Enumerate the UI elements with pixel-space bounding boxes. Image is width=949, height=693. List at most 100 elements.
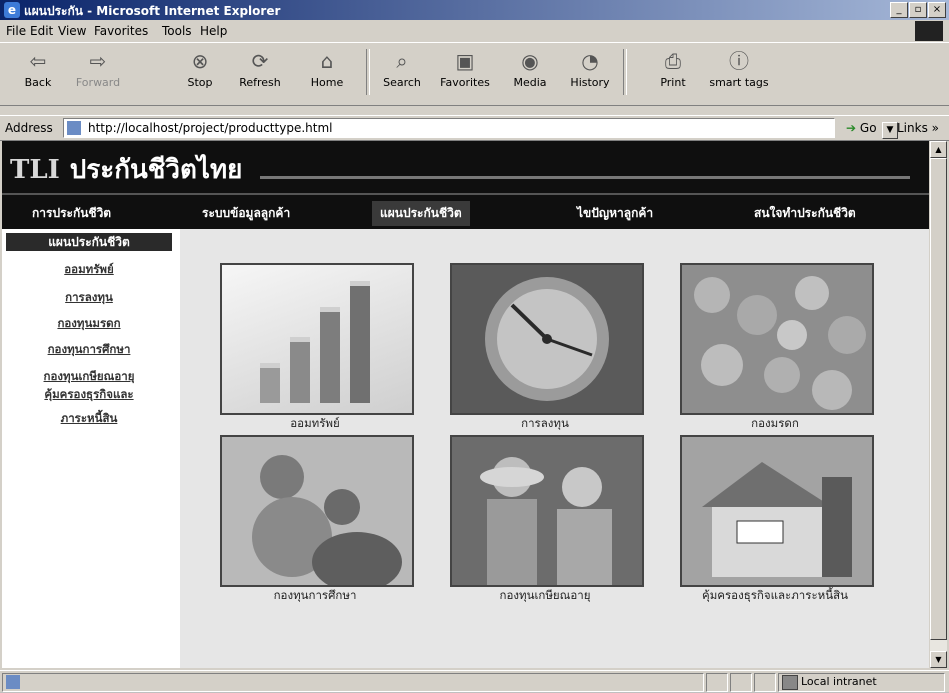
home-icon: ⌂ bbox=[320, 49, 334, 73]
product-card-education[interactable] bbox=[220, 435, 414, 587]
nav-life-insurance[interactable]: การประกันชีวิต bbox=[32, 204, 111, 223]
nav-divider bbox=[2, 193, 929, 195]
sidebar-item-savings[interactable]: ออมทรัพย์ bbox=[6, 261, 172, 279]
menu-tools[interactable]: Tools bbox=[162, 24, 192, 38]
print-button[interactable]: ⎙ Print bbox=[645, 47, 701, 89]
address-bar: Address http://localhost/project/product… bbox=[0, 115, 949, 141]
browser-window: e แผนประกัน - Microsoft Internet Explore… bbox=[0, 0, 949, 692]
stop-icon: ⊗ bbox=[191, 49, 209, 73]
savings-coin-stacks-image bbox=[260, 281, 370, 403]
refresh-button[interactable]: ⟳ Refresh bbox=[232, 47, 288, 89]
go-button[interactable]: ➔ Go bbox=[846, 121, 877, 135]
menu-edit[interactable]: Edit bbox=[30, 24, 53, 38]
retirement-couple-image bbox=[480, 457, 612, 585]
business-house-sold-image bbox=[702, 462, 852, 577]
title-bar[interactable]: e แผนประกัน - Microsoft Internet Explore… bbox=[0, 0, 949, 20]
site-header: TLI ประกันชีวิตไทย การประกันชีวิต ระบบข้อ… bbox=[2, 141, 929, 229]
inheritance-coins-image bbox=[694, 276, 866, 410]
history-icon: ◔ bbox=[581, 49, 599, 73]
page-status-icon bbox=[6, 675, 20, 689]
menu-bar: File Edit View Favorites Tools Help bbox=[0, 21, 949, 41]
vertical-scrollbar[interactable]: ▲ ▼ bbox=[930, 141, 947, 668]
product-caption[interactable]: กองทุนเกษียณอายุ bbox=[450, 587, 640, 605]
sidebar-item-business[interactable]: คุ้มครองธุรกิจและ bbox=[6, 386, 172, 404]
sidebar: แผนประกันชีวิต ออมทรัพย์ การลงทุน กองทุน… bbox=[2, 229, 180, 668]
status-cell bbox=[730, 673, 752, 692]
product-caption[interactable]: การลงทุน bbox=[450, 415, 640, 433]
nav-customer-help[interactable]: ไขปัญหาลูกค้า bbox=[577, 204, 653, 223]
product-card-savings[interactable] bbox=[220, 263, 414, 415]
scroll-down-button[interactable]: ▼ bbox=[930, 651, 947, 668]
brand-mark: TLI bbox=[10, 155, 60, 185]
product-card-inheritance[interactable] bbox=[680, 263, 874, 415]
status-cell bbox=[754, 673, 776, 692]
product-caption[interactable]: กองทุนการศึกษา bbox=[220, 587, 410, 605]
forward-button[interactable]: ⇨ Forward bbox=[70, 47, 126, 89]
home-button[interactable]: ⌂ Home bbox=[299, 47, 355, 89]
media-icon: ◉ bbox=[521, 49, 539, 73]
nav-apply[interactable]: สนใจทำประกันชีวิต bbox=[754, 204, 856, 223]
product-grid: ออมทรัพย์ การลงทุน กองมรดก กองทุนการศึกษ… bbox=[180, 229, 929, 668]
smart-tags-button[interactable]: ⓘ smart tags bbox=[706, 47, 772, 89]
menu-help[interactable]: Help bbox=[200, 24, 227, 38]
search-icon: ⌕ bbox=[396, 49, 408, 73]
product-caption[interactable]: คุ้มครองธุรกิจและภาระหนี้สิน bbox=[680, 587, 870, 605]
sidebar-item-debt[interactable]: ภาระหนี้สิน bbox=[6, 410, 172, 428]
close-button[interactable]: × bbox=[928, 2, 946, 18]
ie-icon: e bbox=[4, 2, 20, 18]
page-icon bbox=[67, 121, 81, 135]
minimize-button[interactable]: _ bbox=[890, 2, 908, 18]
investment-clock-image bbox=[485, 277, 609, 401]
media-button[interactable]: ◉ Media bbox=[502, 47, 558, 89]
product-caption[interactable]: กองมรดก bbox=[680, 415, 870, 433]
product-card-investment[interactable] bbox=[450, 263, 644, 415]
site-logo[interactable]: TLI ประกันชีวิตไทย bbox=[10, 149, 242, 190]
status-text-cell bbox=[2, 673, 704, 692]
product-card-business[interactable] bbox=[680, 435, 874, 587]
zone-label: Local intranet bbox=[801, 675, 877, 688]
address-label: Address bbox=[5, 121, 53, 135]
go-arrow-icon: ➔ bbox=[846, 121, 857, 135]
favorites-folder-icon: ▣ bbox=[455, 49, 475, 73]
info-icon: ⓘ bbox=[729, 49, 749, 73]
address-input[interactable]: http://localhost/project/producttype.htm… bbox=[63, 118, 898, 139]
header-divider bbox=[260, 176, 910, 179]
back-button[interactable]: ⇦ Back bbox=[10, 47, 66, 89]
address-dropdown-button[interactable]: ▼ bbox=[882, 122, 898, 139]
status-cell bbox=[706, 673, 728, 692]
stop-button[interactable]: ⊗ Stop bbox=[172, 47, 228, 89]
window-title: แผนประกัน - Microsoft Internet Explorer bbox=[24, 4, 281, 18]
sidebar-item-education[interactable]: กองทุนการศึกษา bbox=[6, 341, 172, 359]
toolbar: ⇦ Back ⇨ Forward ⊗ Stop ⟳ Refresh ⌂ Home ⌕ Sea… bbox=[0, 42, 949, 106]
menu-favorites[interactable]: Favorites bbox=[94, 24, 148, 38]
zone-cell: Local intranet bbox=[778, 673, 945, 692]
status-bar: Local intranet bbox=[0, 670, 949, 693]
search-button[interactable]: ⌕ Search bbox=[374, 47, 430, 89]
sidebar-item-investment[interactable]: การลงทุน bbox=[6, 289, 172, 307]
sidebar-item-inheritance[interactable]: กองทุนมรดก bbox=[6, 315, 172, 333]
windows-logo-icon bbox=[915, 21, 943, 41]
favorites-button[interactable]: ▣ Favorites bbox=[437, 47, 493, 89]
intranet-icon bbox=[782, 675, 798, 690]
education-mother-child-image bbox=[252, 455, 402, 585]
forward-arrow-icon: ⇨ bbox=[89, 49, 107, 73]
product-card-retirement[interactable] bbox=[450, 435, 644, 587]
sidebar-item-retirement[interactable]: กองทุนเกษียณอายุ bbox=[6, 368, 172, 386]
menu-file[interactable]: File bbox=[6, 24, 26, 38]
scroll-thumb[interactable] bbox=[930, 158, 947, 640]
history-button[interactable]: ◔ History bbox=[562, 47, 618, 89]
printer-icon: ⎙ bbox=[665, 49, 681, 73]
site-name: ประกันชีวิตไทย bbox=[69, 155, 243, 185]
refresh-icon: ⟳ bbox=[251, 49, 269, 73]
scroll-up-button[interactable]: ▲ bbox=[930, 141, 947, 158]
address-url: http://localhost/project/producttype.htm… bbox=[88, 121, 333, 135]
toolbar-separator bbox=[366, 49, 370, 95]
toolbar-separator bbox=[623, 49, 627, 95]
maximize-button[interactable]: ▫ bbox=[909, 2, 927, 18]
links-button[interactable]: Links » bbox=[897, 121, 939, 135]
product-caption[interactable]: ออมทรัพย์ bbox=[220, 415, 410, 433]
menu-view[interactable]: View bbox=[58, 24, 86, 38]
nav-insurance-plans[interactable]: แผนประกันชีวิต bbox=[372, 201, 470, 226]
nav-customer-info[interactable]: ระบบข้อมูลลูกค้า bbox=[202, 204, 290, 223]
sidebar-heading: แผนประกันชีวิต bbox=[6, 233, 172, 251]
